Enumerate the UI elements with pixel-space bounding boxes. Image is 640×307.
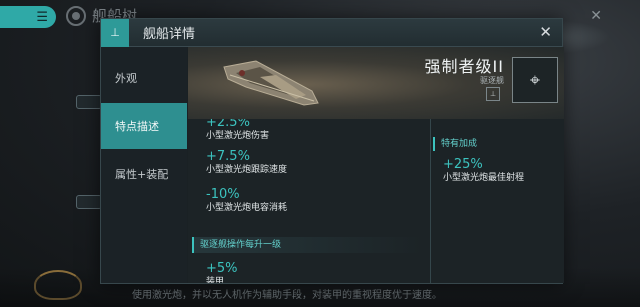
bonus-desc: 小型激光炮最佳射程	[443, 173, 525, 183]
bonus-list-left: +2.5% 小型激光炮伤害 +7.5% 小型激光炮跟踪速度 -10% 小型激光炮…	[188, 119, 428, 283]
menu-icon: ☰	[36, 9, 48, 25]
bonus-desc: 装甲	[206, 277, 225, 283]
bonus-list-right: 特有加成 +25% 小型激光炮最佳射程	[430, 119, 564, 283]
special-bonus-header: 特有加成	[433, 137, 561, 151]
bonus-desc: 小型激光炮伤害	[206, 131, 270, 141]
close-icon[interactable]: ✕	[539, 23, 552, 41]
bonus-value: +2.5%	[206, 119, 250, 130]
bonus-desc: 小型激光炮电容消耗	[206, 203, 288, 213]
tab-list: 外观 特点描述 属性+装配	[101, 47, 187, 283]
tab-attributes[interactable]: 属性+装配	[101, 151, 187, 197]
bonus-value: +25%	[443, 157, 483, 172]
tab-appearance[interactable]: 外观	[101, 55, 187, 101]
faction-emblem	[34, 270, 82, 300]
ship-target-icon[interactable]: ⌖	[512, 57, 558, 103]
tree-node[interactable]	[76, 195, 102, 209]
traits-content[interactable]: +2.5% 小型激光炮伤害 +7.5% 小型激光炮跟踪速度 -10% 小型激光炮…	[188, 119, 564, 283]
bonus-item: +7.5% 小型激光炮跟踪速度	[206, 149, 287, 176]
tree-node[interactable]	[76, 95, 102, 109]
bonus-item: -10% 小型激光炮电容消耗	[206, 187, 287, 214]
ship-image	[223, 60, 319, 106]
ship-banner: 强制者级II 驱逐舰 ⊥ ⌖	[188, 47, 564, 122]
section-header: 驱逐舰操作每升一级	[192, 237, 422, 253]
bonus-item: +25% 小型激光炮最佳射程	[443, 157, 524, 184]
bonus-value: +5%	[206, 261, 238, 276]
tab-traits[interactable]: 特点描述	[101, 103, 187, 149]
dialog-title: 舰船详情	[143, 27, 196, 42]
bonus-desc: 小型激光炮跟踪速度	[206, 165, 288, 175]
ship-tree-icon: ⊥	[101, 18, 129, 47]
ship-class-badge: ⊥	[486, 87, 500, 101]
bonus-value: -10%	[206, 187, 240, 202]
background-close-icon[interactable]: ✕	[590, 8, 602, 24]
ship-class: 驱逐舰	[480, 76, 504, 85]
bonus-item: +5% 装甲	[206, 261, 238, 283]
ship-name: 强制者级II	[424, 57, 504, 76]
dialog-header: ⊥ 舰船详情 ✕	[101, 18, 562, 47]
settings-icon[interactable]	[66, 6, 86, 26]
menu-button[interactable]: ☰	[0, 6, 56, 28]
ship-description-text: 使用激光炮，并以无人机作为辅助手段，对装甲的重视程度优于速度。	[132, 290, 442, 301]
bonus-value: +7.5%	[206, 149, 250, 164]
ship-details-dialog: ⊥ 舰船详情 ✕ 外观 特点描述 属性+装配 强制者级II 驱逐舰 ⊥ ⌖ +2…	[100, 18, 564, 284]
bonus-item: +2.5% 小型激光炮伤害	[206, 119, 269, 142]
